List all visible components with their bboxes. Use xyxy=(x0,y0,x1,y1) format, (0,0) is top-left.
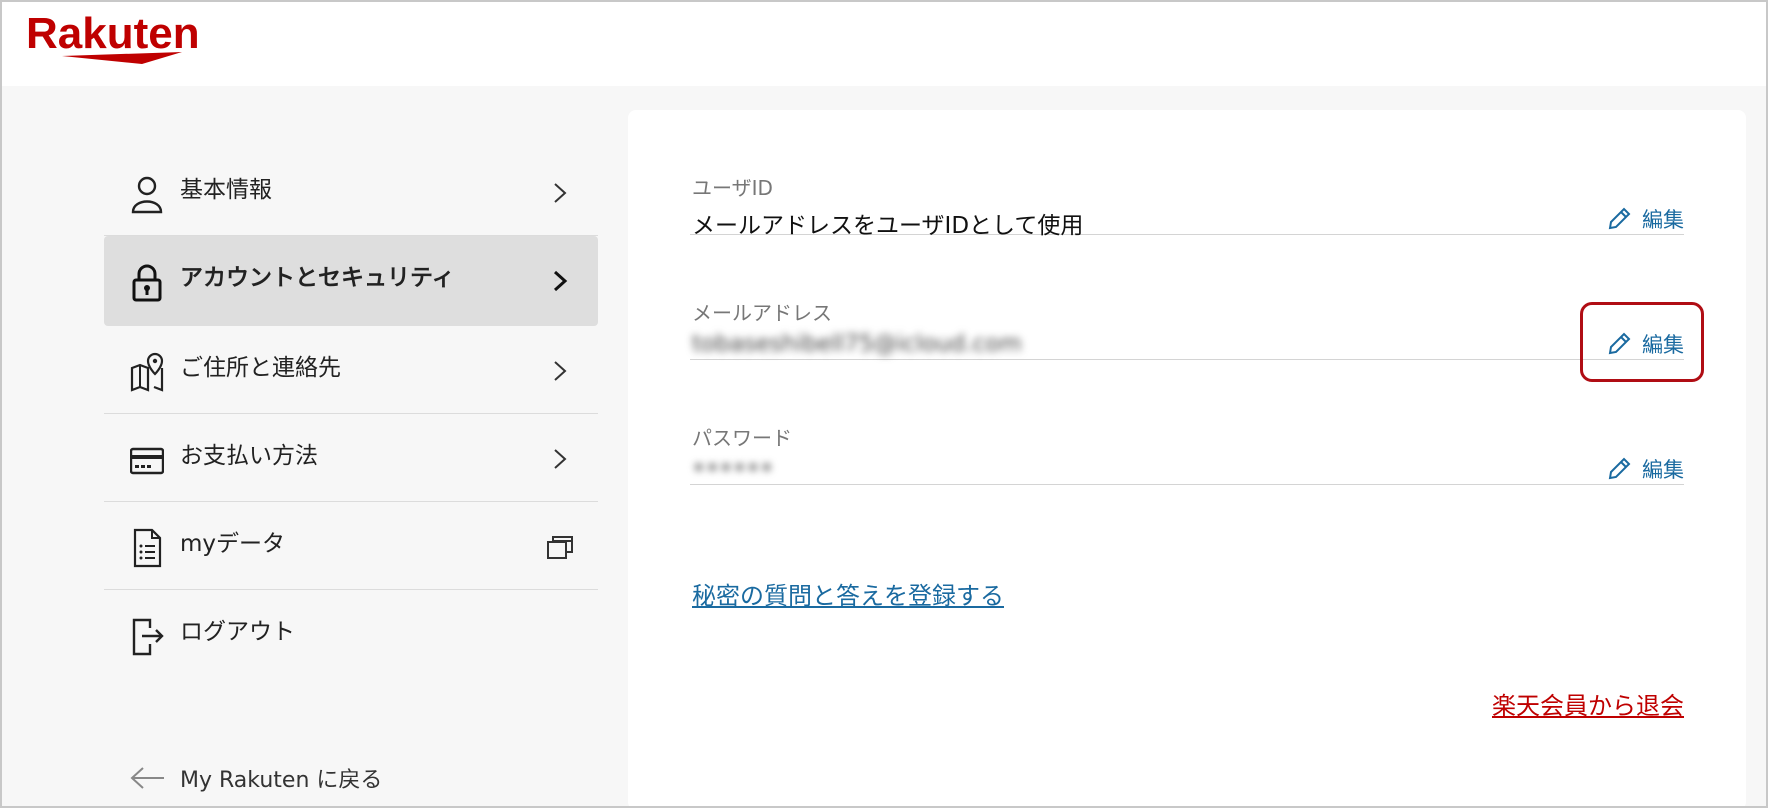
sidebar-item-payment[interactable]: お支払い方法 xyxy=(104,414,598,502)
external-window-icon xyxy=(547,536,573,559)
edit-password-button[interactable]: 編集 xyxy=(1606,454,1684,484)
sidebar-item-account-security[interactable]: アカウントとセキュリティ xyxy=(104,236,598,326)
sidebar-item-label: 基本情報 xyxy=(180,177,272,203)
chevron-right-icon xyxy=(554,183,567,203)
withdraw-membership-link[interactable]: 楽天会員から退会 xyxy=(1492,686,1684,721)
userid-label: ユーザID xyxy=(692,176,773,200)
page-frame: Rakuten 基本情報 アカウントとセキュリティ ご住所と連絡先 お支払い方法… xyxy=(0,0,1768,808)
email-value: tobaseshibell75@icloud.com xyxy=(692,331,1022,357)
chevron-right-icon xyxy=(554,449,567,469)
top-bar: Rakuten xyxy=(2,2,1766,86)
sidebar-item-basic-info[interactable]: 基本情報 xyxy=(104,148,598,236)
userid-section: ユーザID メールアドレスをユーザIDとして使用 編集 xyxy=(690,110,1684,239)
back-to-my-rakuten-link[interactable]: My Rakuten に戻る xyxy=(130,762,382,794)
secret-question-link[interactable]: 秘密の質問と答えを登録する xyxy=(692,576,1004,611)
back-link-label: My Rakuten に戻る xyxy=(180,768,383,793)
pencil-icon xyxy=(1608,457,1631,480)
chevron-right-icon xyxy=(553,270,568,292)
chevron-right-icon xyxy=(554,361,567,381)
password-section: パスワード •••••• 編集 xyxy=(690,360,1684,485)
email-label: メールアドレス xyxy=(692,301,832,325)
edit-userid-button[interactable]: 編集 xyxy=(1606,204,1684,234)
email-section: メールアドレス tobaseshibell75@icloud.com 編集 xyxy=(690,235,1684,360)
lock-icon xyxy=(132,264,162,302)
account-settings-card: ユーザID メールアドレスをユーザIDとして使用 編集 メールアドレス toba… xyxy=(628,110,1746,806)
sidebar-item-label: アカウントとセキュリティ xyxy=(180,265,455,291)
edit-label: 編集 xyxy=(1642,458,1684,482)
password-value: •••••• xyxy=(692,456,774,482)
sidebar-item-mydata[interactable]: myデータ xyxy=(104,502,598,590)
person-icon xyxy=(131,176,163,214)
sidebar-item-logout[interactable]: ログアウト xyxy=(104,590,598,678)
rakuten-logo[interactable]: Rakuten xyxy=(22,6,222,74)
highlight-box xyxy=(1580,302,1704,382)
pencil-icon xyxy=(1608,207,1631,230)
map-pin-icon xyxy=(130,352,164,392)
logout-icon xyxy=(132,618,164,656)
svg-text:Rakuten: Rakuten xyxy=(26,9,200,58)
sidebar-nav: 基本情報 アカウントとセキュリティ ご住所と連絡先 お支払い方法 myデータ ロ… xyxy=(104,148,598,678)
sidebar-item-label: ログアウト xyxy=(180,619,295,645)
edit-label: 編集 xyxy=(1642,208,1684,232)
document-icon xyxy=(133,528,162,568)
sidebar-item-label: お支払い方法 xyxy=(180,443,318,469)
arrow-left-icon xyxy=(130,767,164,789)
password-label: パスワード xyxy=(692,426,792,450)
sidebar-item-label: ご住所と連絡先 xyxy=(180,355,341,381)
sidebar-item-address-contact[interactable]: ご住所と連絡先 xyxy=(104,326,598,414)
sidebar-item-label: myデータ xyxy=(180,531,286,557)
credit-card-icon xyxy=(130,447,164,475)
